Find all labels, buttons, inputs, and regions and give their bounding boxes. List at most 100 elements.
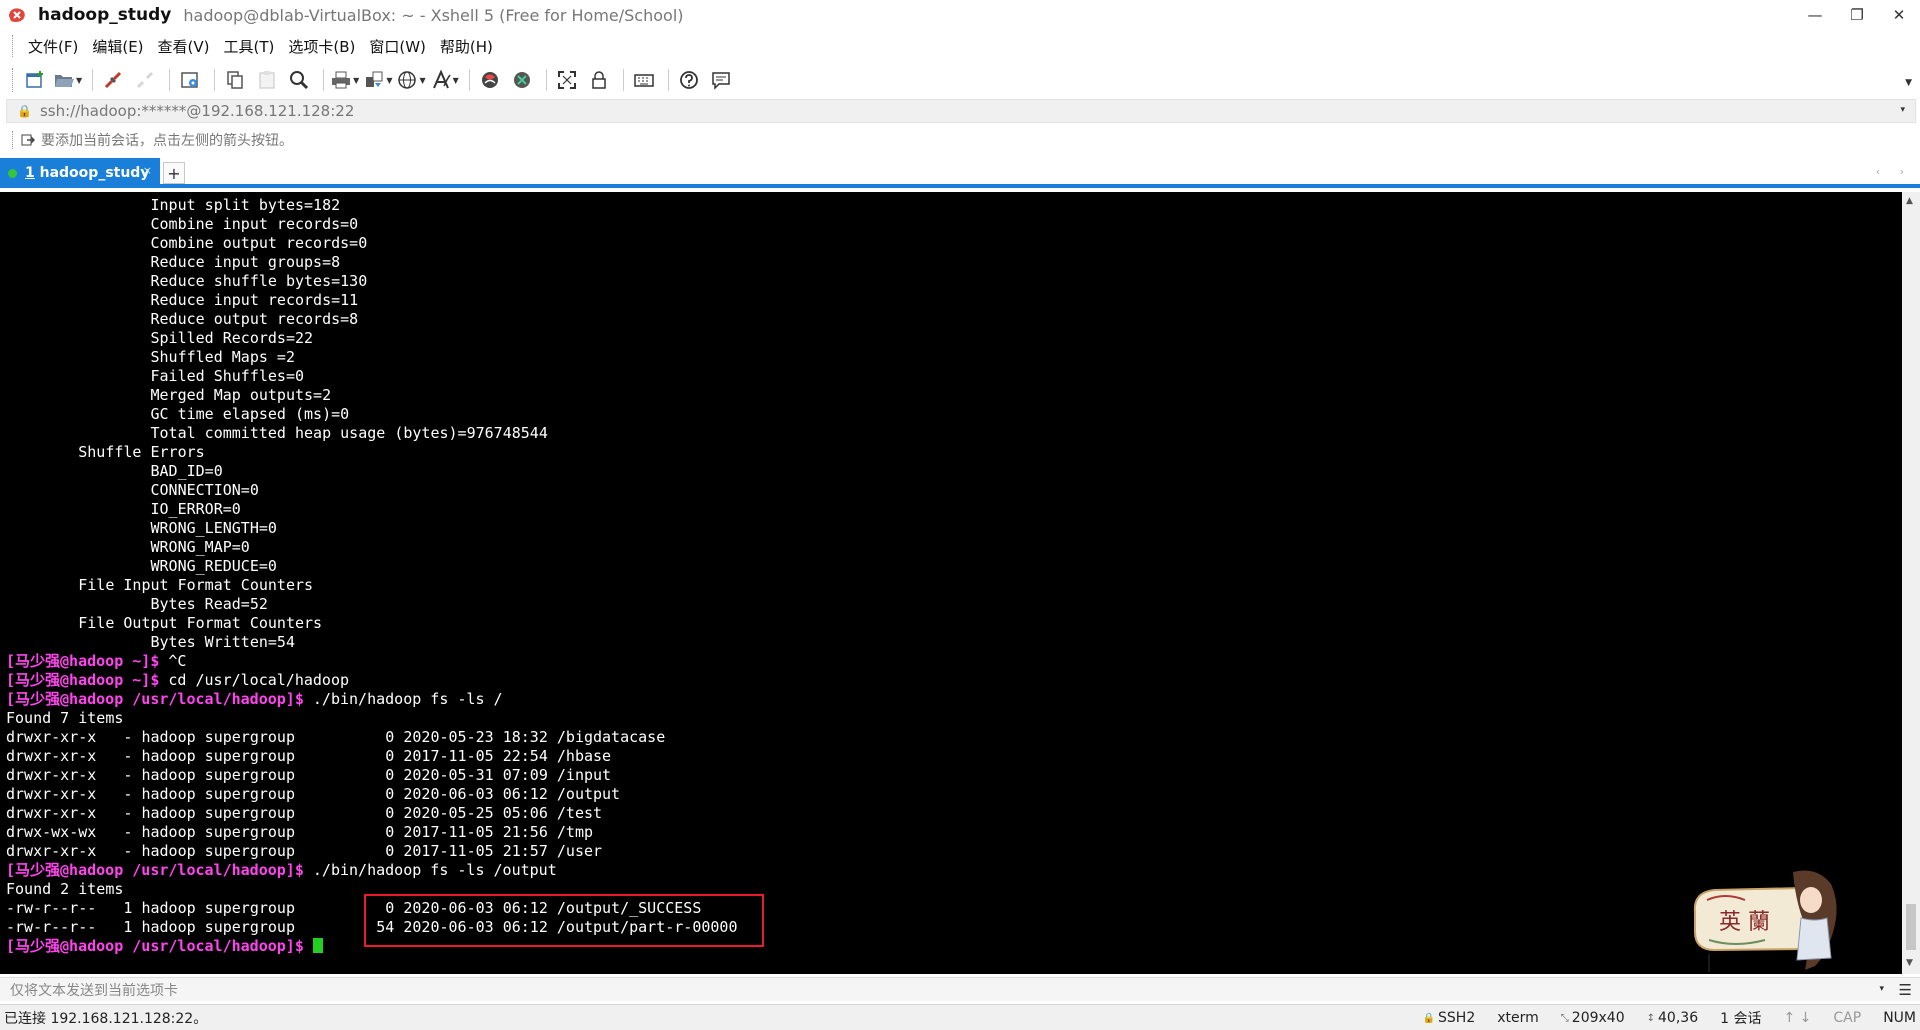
chevron-down-icon[interactable]: ▼ <box>419 76 425 85</box>
terminal-line: drwx-wx-wx - hadoop supergroup 0 2017-11… <box>6 823 738 842</box>
shell-prompt: [马少强@hadoop /usr/local/hadoop]$ <box>6 690 304 708</box>
terminal-size-status: ⤡ 209x40 <box>1561 1010 1625 1026</box>
terminal-text: drwxr-xr-x - hadoop supergroup 0 2020-05… <box>6 804 603 822</box>
terminal-line: drwxr-xr-x - hadoop supergroup 0 2020-05… <box>6 804 738 823</box>
lock-icon <box>592 71 606 89</box>
terminal-text: Bytes Read=52 <box>6 595 268 613</box>
xftp-button[interactable] <box>476 66 504 94</box>
connected-status-icon <box>8 168 17 178</box>
hint-grip <box>12 131 15 149</box>
terminal-text: ./bin/hadoop fs -ls / <box>303 690 503 708</box>
properties-icon <box>181 72 198 88</box>
reconnect-button[interactable] <box>99 66 127 94</box>
chat-button[interactable] <box>707 66 735 94</box>
address-value[interactable]: ssh://hadoop:******@192.168.121.128:22 <box>40 102 354 120</box>
terminal-text: cd /usr/local/hadoop <box>159 671 350 689</box>
shell-prompt: [马少强@hadoop ~]$ <box>6 652 160 670</box>
send-text-input[interactable]: 仅将文本发送到当前选项卡 <box>10 980 178 1000</box>
toolbar-separator <box>169 69 171 91</box>
num-lock-indicator: NUM <box>1883 1010 1916 1026</box>
status-bar: 已连接 192.168.121.128:22。 🔒 SSH2 xterm ⤡ 209… <box>0 1004 1920 1030</box>
menu-tools[interactable]: 工具(T) <box>217 36 282 57</box>
toolbar-separator <box>214 69 216 91</box>
tab-hadoop-study[interactable]: 1 hadoop_study × <box>0 158 160 188</box>
toolbar: ▼ ▼ ▼ ▼ ▼ ▼ <box>0 64 1920 96</box>
terminal-line: IO_ERROR=0 <box>6 500 738 519</box>
xftp-icon <box>481 72 498 88</box>
window-controls: — ❐ ✕ <box>1794 0 1920 30</box>
terminal-line: Bytes Read=52 <box>6 595 738 614</box>
properties-button[interactable] <box>176 66 204 94</box>
session-nav-arrows[interactable]: ↑ ↓ <box>1783 1010 1811 1026</box>
terminal-text: CONNECTION=0 <box>6 481 259 499</box>
terminal-text: Found 7 items <box>6 709 124 727</box>
send-text-bar[interactable]: 仅将文本发送到当前选项卡 ▾ ☰ <box>0 977 1920 1001</box>
terminal-text: ^C <box>159 652 187 670</box>
copy-icon <box>227 71 243 89</box>
add-session-arrow-icon[interactable] <box>21 133 35 147</box>
terminal-scrollbar[interactable]: ▲ ▼ <box>1902 192 1920 974</box>
restore-button[interactable]: ❐ <box>1836 0 1878 30</box>
tab-name: hadoop_study <box>34 165 150 181</box>
find-button[interactable] <box>285 66 313 94</box>
menu-help[interactable]: 帮助(H) <box>433 36 500 57</box>
language-button[interactable]: ▼ <box>396 66 426 94</box>
menu-tabs[interactable]: 选项卡(B) <box>281 36 362 57</box>
transfer-button[interactable]: ▼ <box>363 66 392 94</box>
new-session-icon <box>26 71 43 88</box>
terminal-line: Bytes Written=54 <box>6 633 738 652</box>
address-dropdown-icon[interactable]: ▾ <box>1900 105 1905 115</box>
send-menu-icon[interactable]: ☰ <box>1899 981 1912 999</box>
add-tab-button[interactable]: + <box>163 162 185 184</box>
address-bar[interactable]: 🔒 ssh://hadoop:******@192.168.121.128:22… <box>6 99 1916 123</box>
terminal-line: [马少强@hadoop ~]$ ^C <box>6 652 738 671</box>
close-button[interactable]: ✕ <box>1878 0 1920 30</box>
keyboard-button[interactable] <box>630 66 658 94</box>
scrollbar-thumb[interactable] <box>1906 904 1916 950</box>
terminal-text: Total committed heap usage (bytes)=97674… <box>6 424 548 442</box>
tab-nav-arrows[interactable]: ‹ › <box>1876 165 1912 178</box>
font-icon <box>432 69 451 89</box>
terminal-text: Merged Map outputs=2 <box>6 386 332 404</box>
terminal-text: drwxr-xr-x - hadoop supergroup 0 2020-05… <box>6 728 666 746</box>
chevron-down-icon[interactable]: ▼ <box>453 76 459 85</box>
menu-window[interactable]: 窗口(W) <box>362 36 433 57</box>
chevron-down-icon[interactable]: ▼ <box>386 76 392 85</box>
fullscreen-button[interactable] <box>553 66 581 94</box>
copy-button[interactable] <box>221 66 249 94</box>
print-button[interactable]: ▼ <box>330 66 359 94</box>
close-tab-icon[interactable]: × <box>143 164 152 177</box>
chevron-down-icon[interactable]: ▼ <box>353 76 359 85</box>
session-hint-text: 要添加当前会话，点击左侧的箭头按钮。 <box>41 133 293 149</box>
toolbar-overflow-icon[interactable]: ▼ <box>1905 78 1912 88</box>
scroll-down-icon[interactable]: ▼ <box>1906 958 1913 968</box>
caps-lock-indicator: CAP <box>1833 1010 1862 1026</box>
terminal-line: File Output Format Counters <box>6 614 738 633</box>
minimize-button[interactable]: — <box>1794 0 1836 30</box>
send-target-dropdown-icon[interactable]: ▾ <box>1879 984 1884 994</box>
scroll-up-icon[interactable]: ▲ <box>1906 196 1913 206</box>
terminal-text: Combine input records=0 <box>6 215 359 233</box>
new-session-button[interactable] <box>21 66 49 94</box>
terminal-line: CONNECTION=0 <box>6 481 738 500</box>
menu-edit[interactable]: 编辑(E) <box>85 36 150 57</box>
terminal[interactable]: Input split bytes=182 Combine input reco… <box>0 192 1902 974</box>
menu-view[interactable]: 查看(V) <box>151 36 217 57</box>
open-session-button[interactable]: ▼ <box>53 66 82 94</box>
globe-icon <box>398 71 417 89</box>
stamp-text: 英 蘭 <box>1719 910 1770 935</box>
terminal-text: Reduce output records=8 <box>6 310 359 328</box>
help-button[interactable] <box>675 66 703 94</box>
terminal-line: Found 7 items <box>6 709 738 728</box>
paste-button[interactable] <box>253 66 281 94</box>
menu-file[interactable]: 文件(F) <box>21 36 85 57</box>
lock-button[interactable] <box>585 66 613 94</box>
xmanager-button[interactable] <box>508 66 536 94</box>
disconnect-button[interactable] <box>131 66 159 94</box>
terminal-output: Input split bytes=182 Combine input reco… <box>6 196 738 956</box>
chevron-down-icon[interactable]: ▼ <box>76 76 82 85</box>
terminal-line: Combine output records=0 <box>6 234 738 253</box>
terminal-line: drwxr-xr-x - hadoop supergroup 0 2020-06… <box>6 785 738 804</box>
font-button[interactable]: ▼ <box>430 66 459 94</box>
